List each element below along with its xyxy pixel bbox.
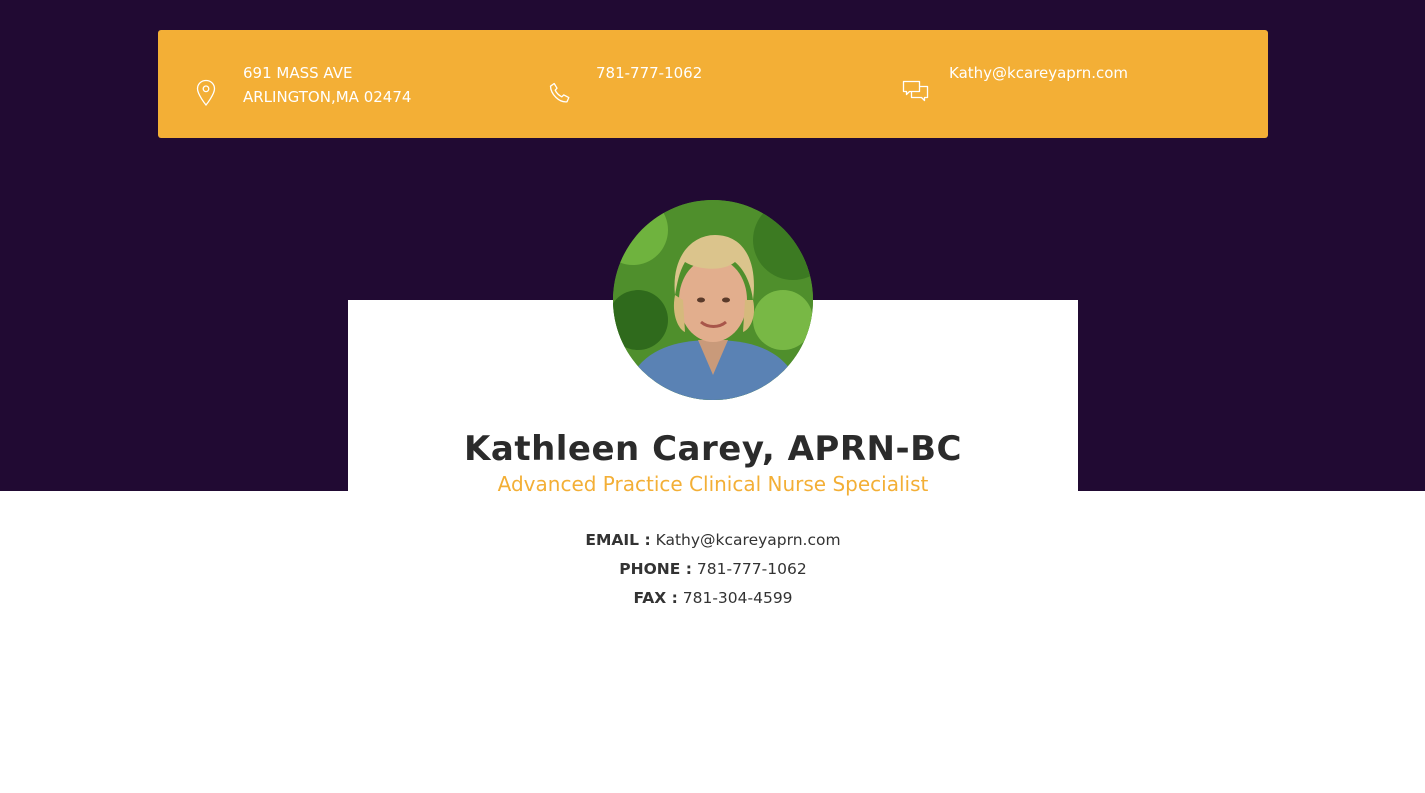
avatar (613, 200, 813, 400)
phone-link[interactable]: 781-777-1062 (596, 61, 702, 85)
phone-icon (549, 82, 571, 108)
email-link[interactable]: Kathy@kcareyaprn.com (949, 61, 1128, 85)
email-value[interactable]: Kathy@kcareyaprn.com (656, 531, 841, 549)
address-text: 691 MASS AVE ARLINGTON,MA 02474 (243, 61, 411, 109)
phone-line: PHONE : 781-777-1062 (348, 558, 1078, 580)
phone-value[interactable]: 781-777-1062 (697, 560, 807, 578)
email-item: Kathy@kcareyaprn.com (898, 30, 1268, 138)
email-line: EMAIL : Kathy@kcareyaprn.com (348, 529, 1078, 551)
fax-line: FAX : 781-304-4599 (348, 587, 1078, 609)
address-line-2: ARLINGTON,MA 02474 (243, 88, 412, 106)
phone-item: 781-777-1062 (528, 30, 898, 138)
address-line-1: 691 MASS AVE (243, 64, 353, 82)
page: 691 MASS AVE ARLINGTON,MA 02474 781-777-… (0, 0, 1425, 793)
profile-title: Advanced Practice Clinical Nurse Special… (497, 472, 929, 496)
phone-label: PHONE : (619, 560, 692, 578)
fax-value: 781-304-4599 (682, 589, 793, 607)
address-item: 691 MASS AVE ARLINGTON,MA 02474 (158, 30, 528, 138)
profile-name: Kathleen Carey, APRN-BC (464, 429, 962, 469)
email-label: EMAIL : (585, 531, 651, 549)
chat-icon (902, 80, 930, 110)
contact-bar: 691 MASS AVE ARLINGTON,MA 02474 781-777-… (158, 30, 1268, 138)
fax-label: FAX : (633, 589, 678, 607)
map-pin-icon (196, 79, 216, 111)
